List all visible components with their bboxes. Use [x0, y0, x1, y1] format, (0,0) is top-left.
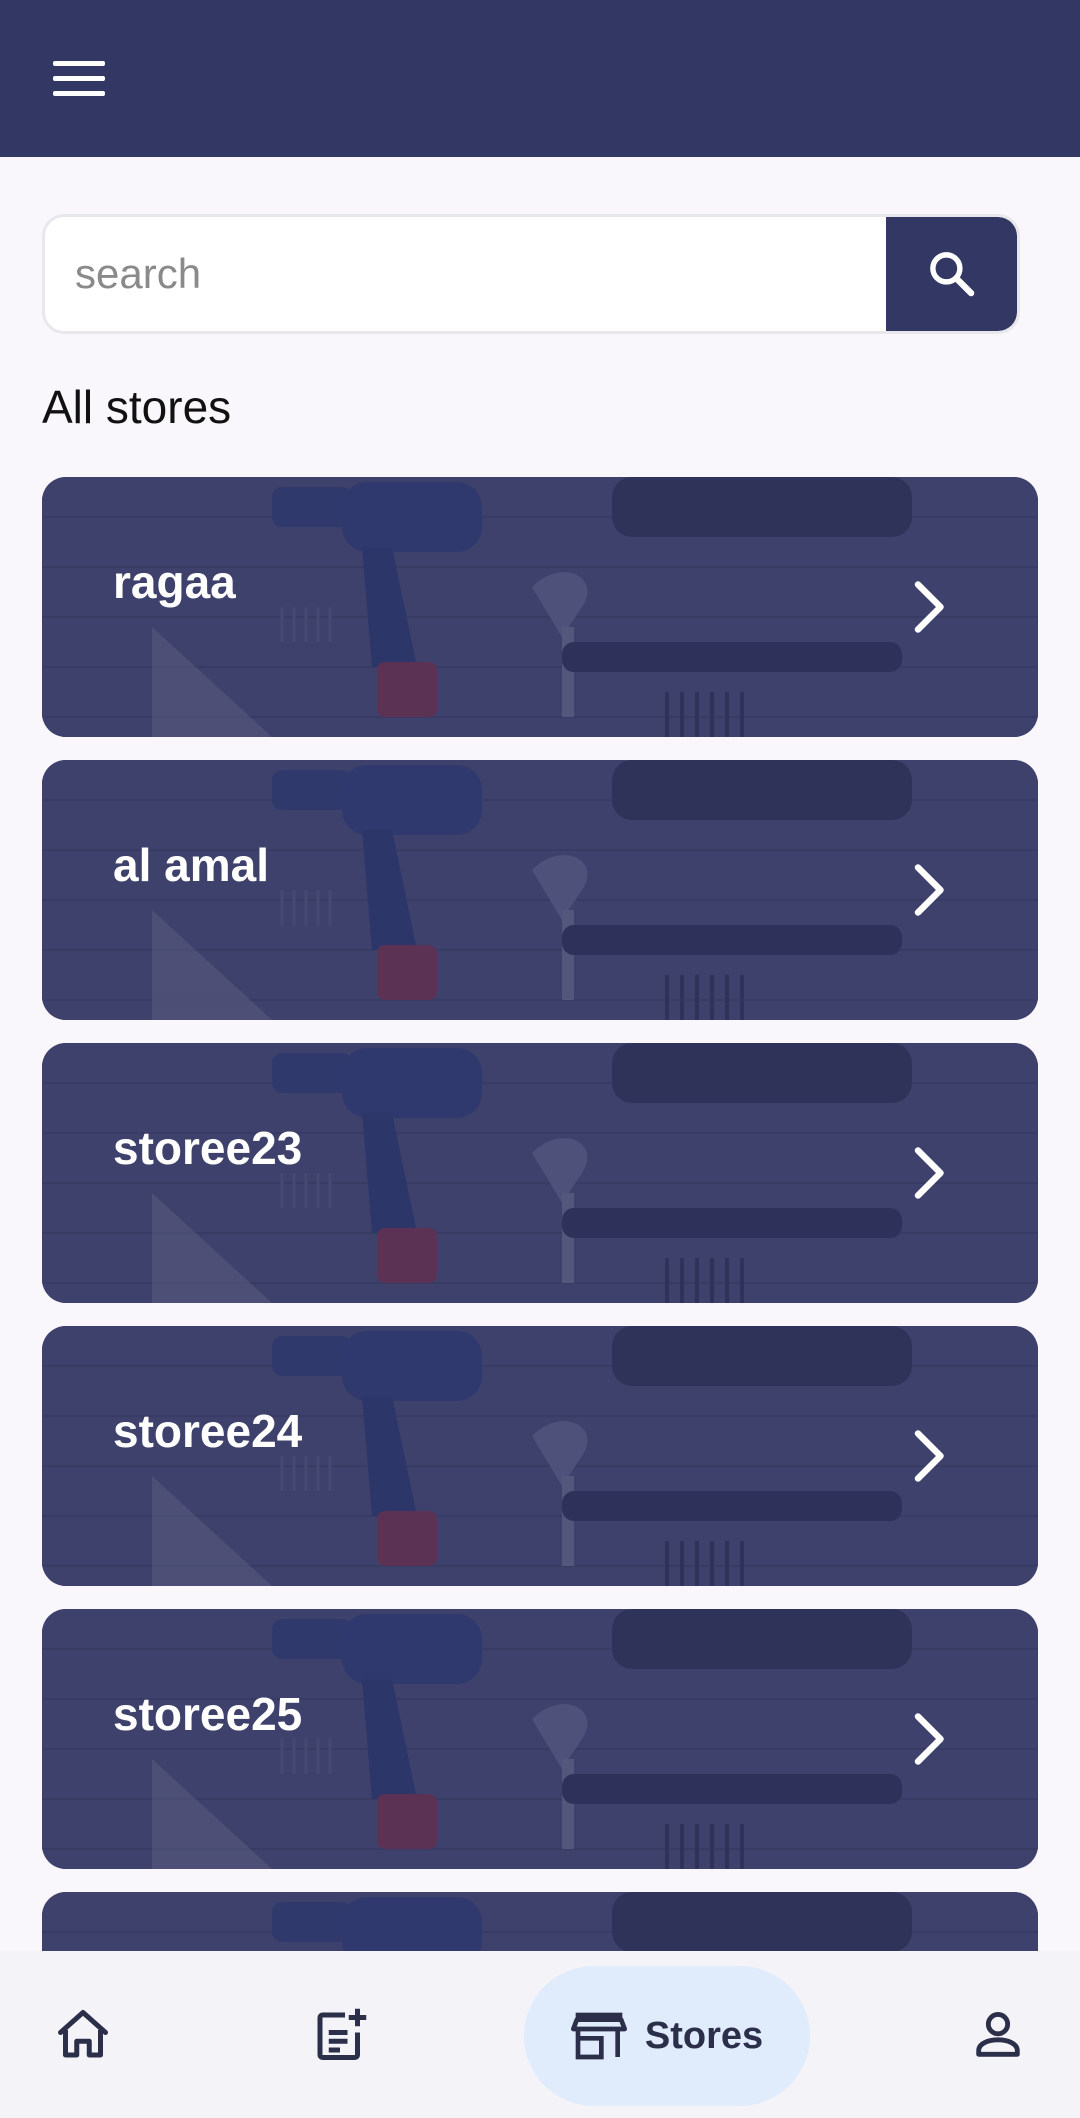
chevron-right-icon — [914, 1713, 944, 1765]
bottom-navigation: Stores — [0, 1951, 1080, 2118]
chevron-right-icon — [914, 1430, 944, 1482]
menu-icon — [53, 61, 105, 96]
app-bar — [0, 0, 1080, 157]
search-button[interactable] — [886, 217, 1017, 331]
chevron-right-icon — [914, 1147, 944, 1199]
menu-button[interactable] — [40, 45, 118, 113]
nav-home[interactable] — [40, 1951, 126, 2118]
store-name: al amal — [113, 839, 269, 891]
nav-stores-label: Stores — [644, 2014, 764, 2057]
store-card[interactable]: al amal — [42, 760, 1038, 1020]
store-card[interactable]: storee24 — [42, 1326, 1038, 1586]
store-list: ragaa al amal storee23 storee24 storee25 — [42, 477, 1038, 1951]
chevron-right-icon — [914, 864, 944, 916]
nav-stores[interactable]: Stores — [524, 1966, 810, 2106]
home-icon — [58, 2009, 108, 2057]
person-icon — [976, 2011, 1020, 2057]
add-post-icon — [317, 2008, 367, 2060]
card-overlay — [42, 1892, 1038, 1951]
search-icon — [929, 252, 974, 297]
nav-add-post[interactable] — [300, 1951, 380, 2118]
search-input[interactable] — [45, 217, 885, 331]
nav-profile[interactable] — [955, 1951, 1041, 2118]
store-card[interactable]: storee23 — [42, 1043, 1038, 1303]
store-name: storee24 — [113, 1405, 303, 1457]
store-card[interactable]: ragaa — [42, 477, 1038, 737]
section-title: All stores — [42, 381, 232, 433]
store-card[interactable] — [42, 1892, 1038, 1951]
store-name: storee23 — [113, 1122, 303, 1174]
chevron-right-icon — [914, 581, 944, 633]
store-icon — [570, 2012, 627, 2060]
store-card[interactable]: storee25 — [42, 1609, 1038, 1869]
store-name: ragaa — [113, 556, 236, 608]
store-name: storee25 — [113, 1688, 303, 1740]
search-bar — [42, 214, 1020, 334]
